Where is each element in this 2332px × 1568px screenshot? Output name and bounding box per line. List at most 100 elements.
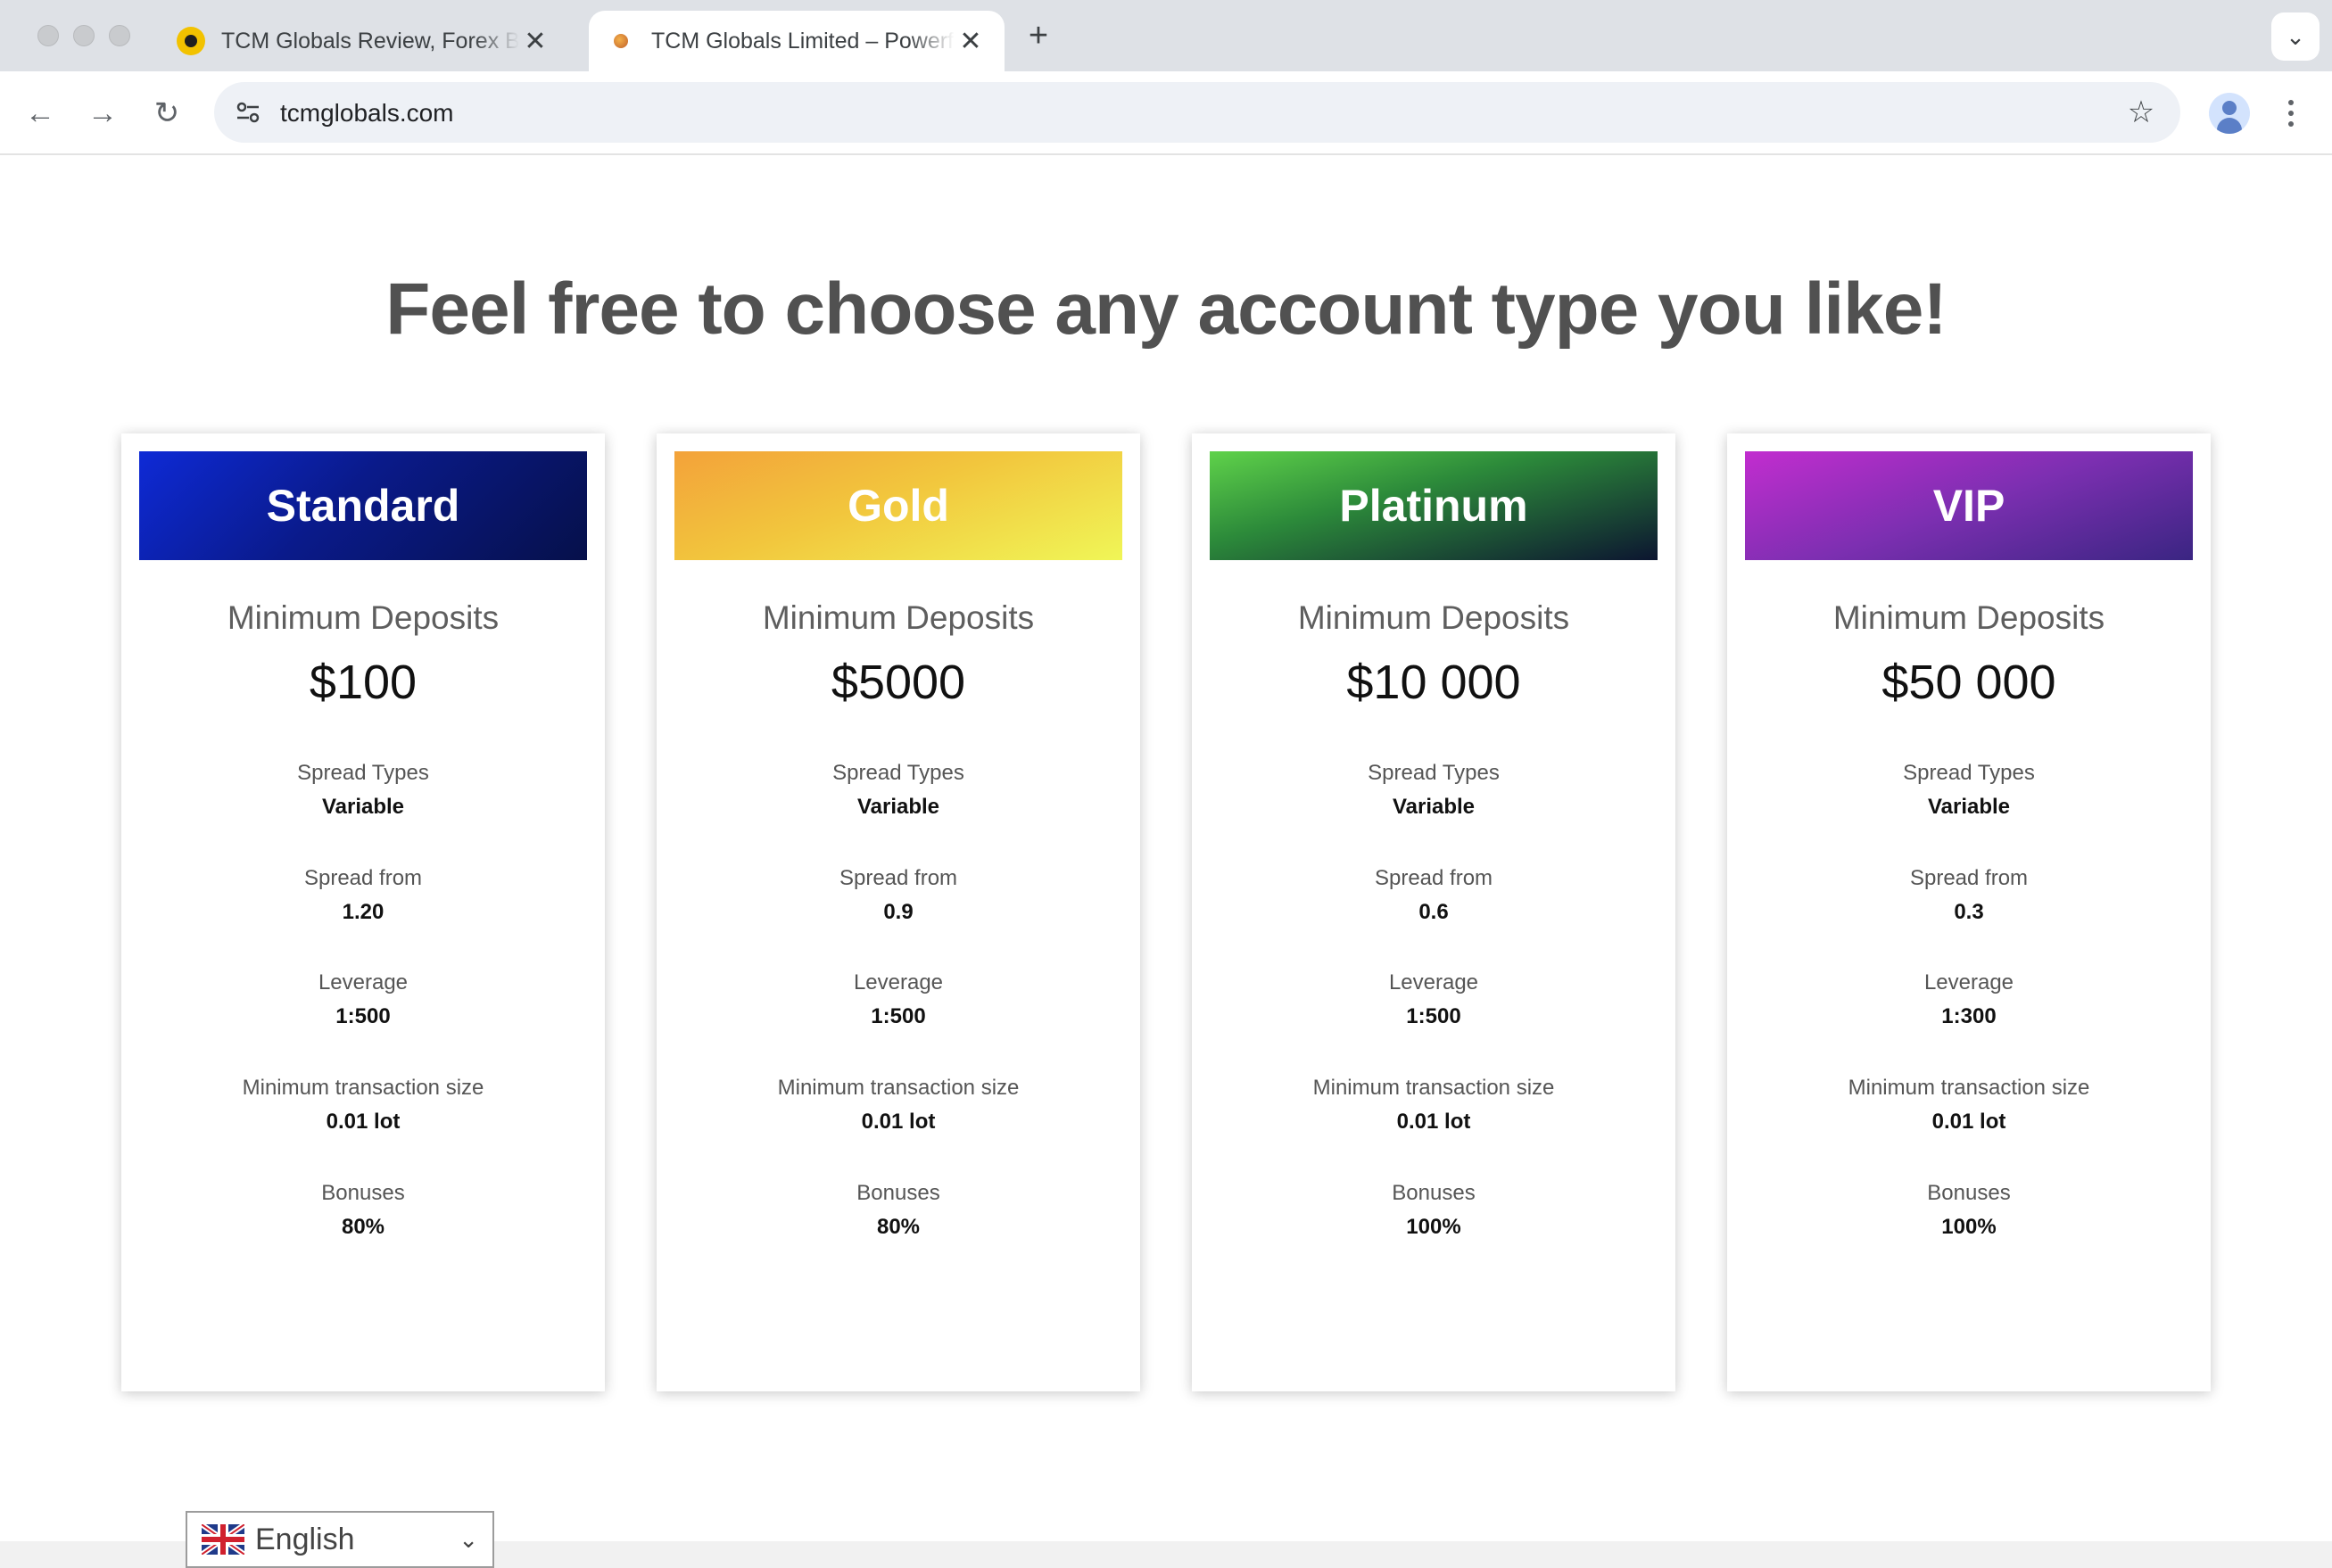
spec-spread-types: Spread Types Variable	[657, 756, 1140, 824]
spec-value: 1:500	[1406, 1004, 1461, 1028]
chevron-down-icon: ⌄	[459, 1525, 478, 1553]
spec-label: Spread from	[1909, 866, 2029, 890]
min-deposit-value: $100	[309, 656, 418, 709]
spec-label: Minimum transaction size	[777, 1076, 1020, 1100]
new-tab-plus-icon[interactable]: +	[1021, 17, 1056, 54]
spec-bonuses: Bonuses 80%	[657, 1176, 1140, 1244]
account-header: VIP	[1745, 451, 2193, 560]
more-menu-icon[interactable]	[2277, 93, 2305, 134]
spec-value: 100%	[1406, 1215, 1461, 1239]
spec-label: Spread Types	[832, 761, 964, 785]
spec-min-size: Minimum transaction size 0.01 lot	[1727, 1071, 2211, 1139]
spec-value: 80%	[876, 1215, 921, 1239]
spec-value: 100%	[1941, 1215, 1997, 1239]
spec-label: Leverage	[853, 970, 944, 994]
spec-value: Variable	[1927, 795, 2011, 819]
spec-label: Spread from	[1374, 866, 1493, 890]
spec-value: 1:500	[871, 1004, 926, 1028]
spec-value: 1:300	[1941, 1004, 1997, 1028]
address-bar[interactable]: tcmglobals.com ☆	[214, 82, 2180, 143]
spec-bonuses: Bonuses 100%	[1192, 1176, 1675, 1244]
spec-bonuses: Bonuses 80%	[121, 1176, 605, 1244]
tab-tcm-globals[interactable]: TCM Globals Limited – Powerful ✕	[589, 11, 1005, 71]
min-deposit-label: Minimum Deposits	[762, 599, 1035, 636]
close-icon[interactable]: ✕	[955, 25, 987, 57]
spec-value: 0.3	[1954, 900, 1984, 924]
page-headline: Feel free to choose any account type you…	[385, 268, 1947, 350]
spec-label: Leverage	[1923, 970, 2014, 994]
spec-label: Spread Types	[297, 761, 429, 785]
spec-spread-from: Spread from 0.3	[1727, 862, 2211, 929]
window-minimize-dot[interactable]	[73, 25, 95, 46]
close-icon[interactable]: ✕	[519, 25, 551, 57]
spec-bonuses: Bonuses 100%	[1727, 1176, 2211, 1244]
spec-leverage: Leverage 1:500	[657, 966, 1140, 1034]
account-header: Gold	[674, 451, 1122, 560]
spec-value: 0.9	[883, 900, 914, 924]
site-favicon-icon	[177, 27, 205, 55]
spec-spread-types: Spread Types Variable	[1727, 756, 2211, 824]
bookmark-star-icon[interactable]: ☆	[2120, 91, 2162, 134]
spec-label: Spread from	[839, 866, 958, 890]
spec-label: Spread Types	[1368, 761, 1500, 785]
site-favicon-icon	[607, 27, 635, 55]
spec-label: Minimum transaction size	[1848, 1076, 2090, 1100]
min-deposit-label: Minimum Deposits	[1832, 599, 2105, 636]
spec-value: 0.01 lot	[1931, 1110, 2006, 1134]
spec-value: Variable	[1392, 795, 1476, 819]
spec-label: Minimum transaction size	[1312, 1076, 1555, 1100]
min-deposit-value: $50 000	[1881, 656, 2056, 709]
window-close-dot[interactable]	[37, 25, 59, 46]
back-arrow-icon[interactable]: ←	[18, 91, 62, 136]
spec-label: Bonuses	[1927, 1181, 2011, 1205]
tab-title: TCM Globals Review, Forex Broker	[221, 28, 519, 54]
spec-spread-from: Spread from 1.20	[121, 862, 605, 929]
min-deposit-value: $5000	[831, 656, 966, 709]
spec-label: Bonuses	[856, 1181, 940, 1205]
spec-value: 0.01 lot	[1396, 1110, 1471, 1134]
account-name: Gold	[848, 481, 949, 531]
url-text: tcmglobals.com	[280, 99, 454, 127]
spec-label: Bonuses	[1392, 1181, 1476, 1205]
spec-label: Minimum transaction size	[242, 1076, 484, 1100]
forward-arrow-icon[interactable]: →	[80, 91, 125, 136]
spec-spread-types: Spread Types Variable	[1192, 756, 1675, 824]
account-card-standard: Standard Minimum Deposits $100 Spread Ty…	[121, 433, 605, 1391]
spec-value: 0.01 lot	[861, 1110, 936, 1134]
reload-icon[interactable]: ↻	[145, 91, 189, 136]
window-zoom-dot[interactable]	[109, 25, 130, 46]
spec-label: Spread from	[303, 866, 423, 890]
spec-leverage: Leverage 1:300	[1727, 966, 2211, 1034]
language-selector[interactable]: English ⌄	[186, 1511, 494, 1568]
profile-avatar-icon[interactable]	[2209, 93, 2250, 134]
account-card-gold: Gold Minimum Deposits $5000 Spread Types…	[657, 433, 1140, 1391]
account-card-platinum: Platinum Minimum Deposits $10 000 Spread…	[1192, 433, 1675, 1391]
account-name: VIP	[1932, 481, 2005, 531]
min-deposit-label: Minimum Deposits	[1297, 599, 1570, 636]
spec-label: Spread Types	[1903, 761, 2035, 785]
spec-value: 80%	[341, 1215, 385, 1239]
spec-value: 1:500	[335, 1004, 391, 1028]
spec-spread-from: Spread from 0.9	[657, 862, 1140, 929]
uk-flag-icon	[202, 1524, 244, 1555]
spec-value: 0.6	[1418, 900, 1449, 924]
site-info-tune-icon[interactable]	[228, 93, 268, 132]
account-card-vip: VIP Minimum Deposits $50 000 Spread Type…	[1727, 433, 2211, 1391]
spec-label: Bonuses	[321, 1181, 405, 1205]
spec-value: Variable	[856, 795, 940, 819]
min-deposit-label: Minimum Deposits	[227, 599, 500, 636]
tab-tcm-review[interactable]: TCM Globals Review, Forex Broker ✕	[159, 11, 569, 71]
spec-value: 1.20	[342, 900, 385, 924]
tab-search-chevron-icon[interactable]: ⌄	[2271, 12, 2320, 61]
tab-title: TCM Globals Limited – Powerful	[651, 28, 955, 54]
spec-min-size: Minimum transaction size 0.01 lot	[1192, 1071, 1675, 1139]
spec-value: 0.01 lot	[326, 1110, 401, 1134]
tab-strip: TCM Globals Review, Forex Broker ✕ TCM G…	[0, 0, 2332, 71]
spec-label: Leverage	[1388, 970, 1479, 994]
min-deposit-value: $10 000	[1346, 656, 1521, 709]
account-header: Standard	[139, 451, 587, 560]
spec-spread-types: Spread Types Variable	[121, 756, 605, 824]
account-name: Platinum	[1339, 481, 1528, 531]
account-header: Platinum	[1210, 451, 1658, 560]
spec-value: Variable	[321, 795, 405, 819]
